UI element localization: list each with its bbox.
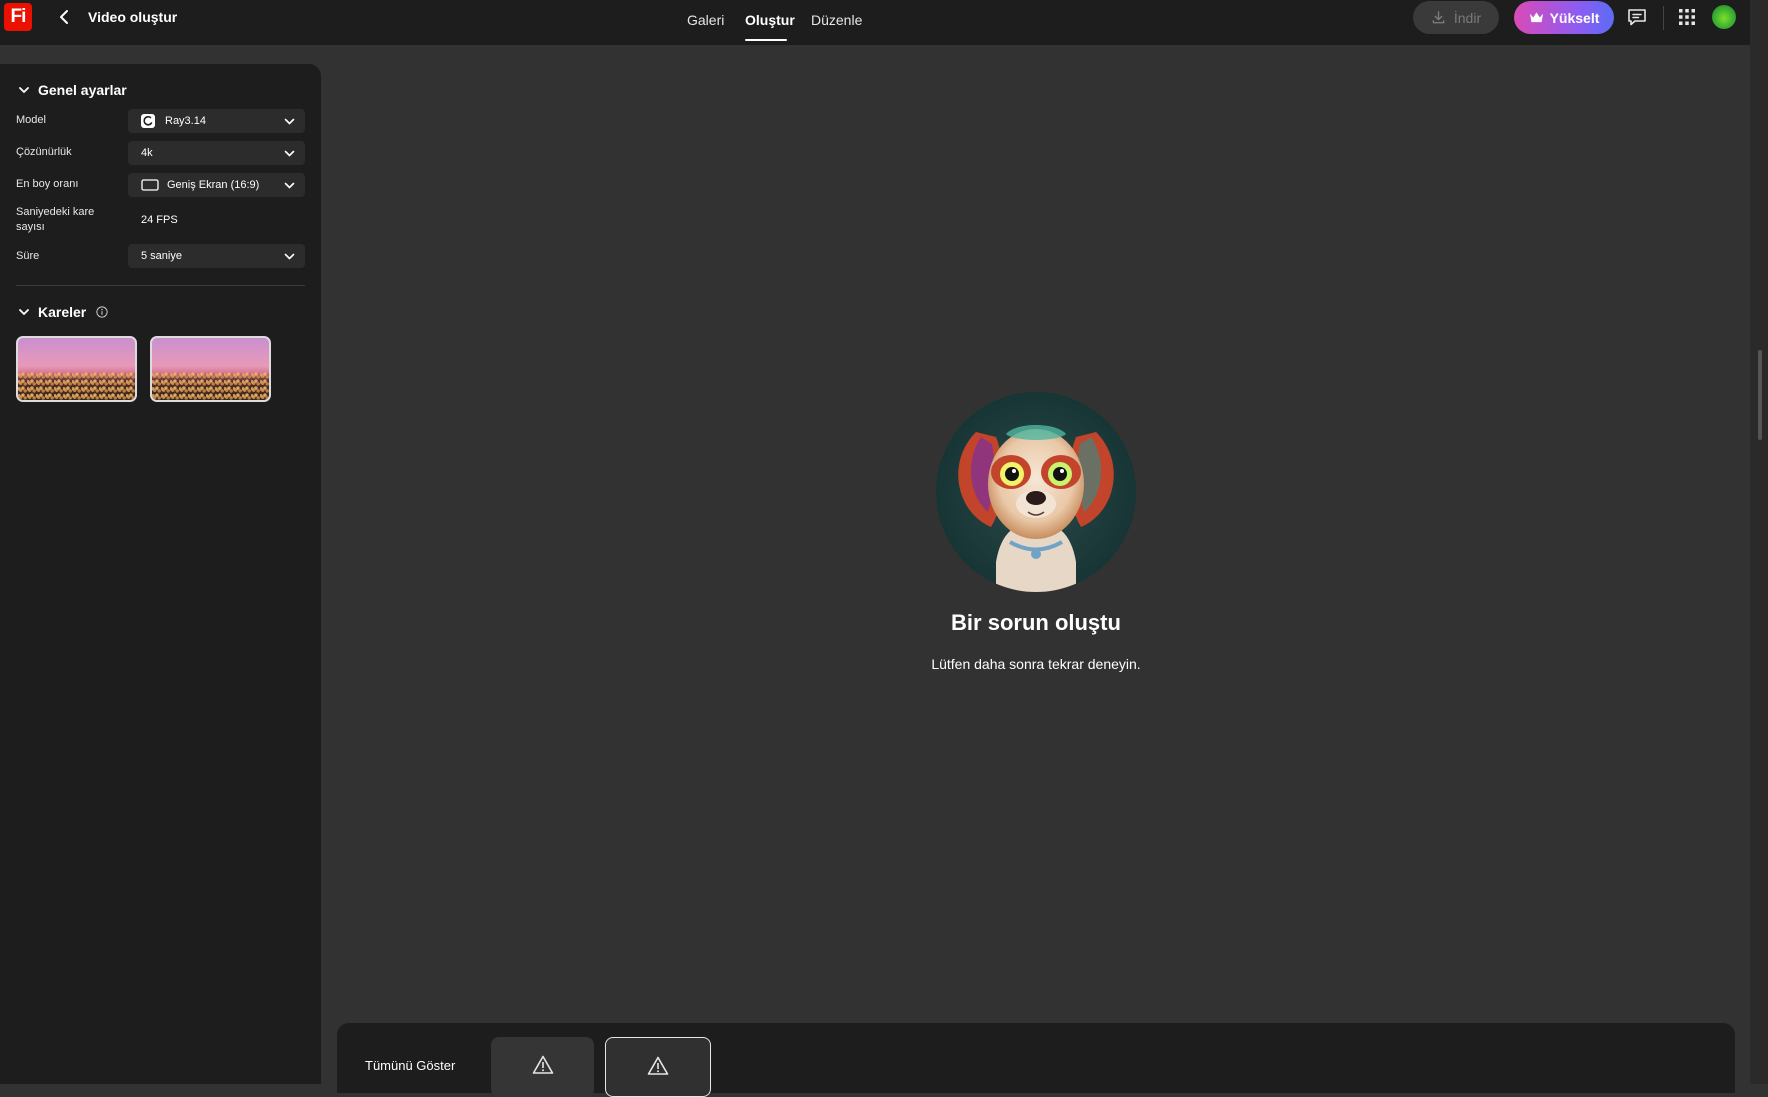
upgrade-button[interactable]: Yükselt [1514,1,1614,34]
download-button[interactable]: İndir [1413,1,1499,34]
warning-icon [647,1056,669,1075]
failed-generation-slot-selected[interactable] [605,1037,711,1097]
tab-galeri[interactable]: Galeri [687,12,724,28]
start-frame-thumbnail[interactable] [16,336,137,402]
apps-grid-icon[interactable] [1676,6,1698,28]
user-avatar[interactable] [1712,5,1736,29]
scrollbar-track[interactable] [1750,0,1768,1084]
aspect-ratio-value: Geniş Ekran (16:9) [167,179,260,191]
duration-label: Süre [16,250,40,262]
resolution-select[interactable]: 4k [128,141,305,165]
page-title: Video oluştur [88,9,178,25]
dog-illustration [958,425,1114,592]
model-label: Model [16,114,46,126]
frames-title: Kareler [38,304,87,320]
model-value: Ray3.14 [165,115,206,127]
panel-divider [16,285,305,286]
general-settings-header[interactable]: Genel ayarlar [18,82,127,98]
upgrade-label: Yükselt [1549,9,1600,26]
tab-duzenle[interactable]: Düzenle [811,12,862,28]
fps-label: Saniyedeki kare sayısı [16,206,95,233]
tab-olustur[interactable]: Oluştur [745,12,795,28]
top-bar: Fi Video oluştur Galeri Oluştur Düzenle … [0,0,1750,45]
failed-generation-slot[interactable] [491,1037,594,1097]
error-subtitle: Lütfen daha sonra tekrar deneyin. [931,656,1141,672]
chevron-down-icon [284,150,295,157]
header-divider [1663,6,1664,30]
widescreen-icon [141,179,159,191]
chevron-down-icon [284,118,295,125]
duration-select[interactable]: 5 saniye [128,244,305,268]
feedback-chat-icon[interactable] [1626,6,1648,28]
model-logo-icon [141,114,155,128]
error-title: Bir sorun oluştu [951,610,1121,635]
chevron-down-icon [19,309,29,315]
chevron-down-icon [284,182,295,189]
duration-value: 5 saniye [141,250,182,262]
info-icon[interactable] [96,306,108,318]
warning-icon [532,1055,553,1074]
general-settings-title: Genel ayarlar [38,82,127,98]
thumbnail-image [152,372,269,400]
scrollbar-thumb[interactable] [1758,350,1762,440]
show-all-button[interactable]: Tümünü Göster [365,1058,455,1073]
resolution-label: Çözünürlük [16,146,72,158]
resolution-value: 4k [141,147,153,159]
aspect-ratio-select[interactable]: Geniş Ekran (16:9) [128,173,305,197]
error-illustration-dog [936,392,1136,592]
back-arrow-icon[interactable] [56,8,74,26]
aspect-ratio-label: En boy oranı [16,178,79,190]
thumbnail-image [18,372,135,400]
download-icon [1432,11,1445,24]
crown-icon [1529,12,1543,23]
frames-header[interactable]: Kareler [18,304,108,320]
chevron-down-icon [284,253,295,260]
active-tab-indicator [745,39,787,41]
chevron-down-icon [19,87,29,93]
fps-value: 24 FPS [141,214,178,226]
model-select[interactable]: Ray3.14 [128,109,305,133]
app-logo[interactable]: Fi [4,3,32,31]
download-label: İndir [1453,9,1482,26]
end-frame-thumbnail[interactable] [150,336,271,402]
